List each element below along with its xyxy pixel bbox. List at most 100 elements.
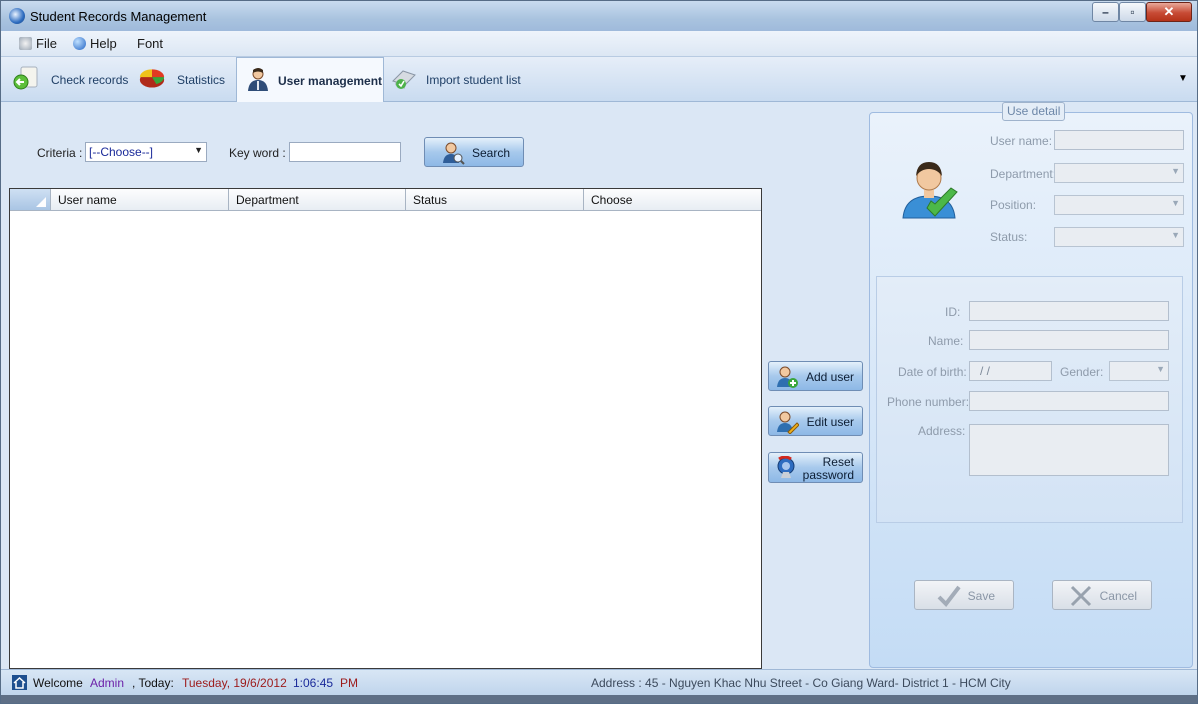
status-label: Status: (990, 230, 1028, 244)
maximize-button[interactable]: ▫ (1119, 2, 1146, 22)
status-user: Admin (90, 676, 125, 690)
column-header-status[interactable]: Status (406, 189, 584, 210)
gender-label: Gender: (1060, 365, 1104, 379)
date-of-birth-field[interactable]: / / (969, 361, 1052, 381)
save-button[interactable]: Save (914, 580, 1014, 610)
reset-password-icon (777, 456, 795, 478)
criteria-label: Criteria : (37, 146, 83, 160)
criteria-select-value: [--Choose--] (89, 145, 154, 159)
help-icon (73, 37, 86, 50)
add-user-button[interactable]: Add user (768, 361, 863, 391)
chevron-down-icon: ▼ (194, 145, 203, 155)
app-logo-icon (9, 8, 25, 24)
tab-user-management[interactable]: User management (236, 57, 384, 102)
column-header-label: Department (236, 193, 299, 207)
chevron-down-icon: ▼ (1171, 198, 1180, 208)
user-name-field[interactable] (1054, 130, 1184, 150)
status-bar: Welcome Admin , Today: Tuesday, 19/6/201… (1, 669, 1197, 695)
menu-help-label: Help (90, 36, 117, 51)
status-today-label: , Today: (132, 676, 174, 690)
taskbar-edge (1, 695, 1197, 703)
app-window: Student Records Management – ▫ ✕ File He… (0, 0, 1198, 704)
reset-label-line2: password (802, 468, 854, 482)
column-header-department[interactable]: Department (229, 189, 406, 210)
users-table[interactable]: User name Department Status Choose (9, 188, 762, 669)
tab-statistics[interactable]: Statistics (137, 57, 233, 101)
edit-user-button[interactable]: Edit user (768, 406, 863, 436)
cancel-x-icon (1070, 585, 1092, 607)
close-button[interactable]: ✕ (1146, 2, 1192, 22)
save-button-label: Save (967, 589, 995, 603)
table-header: User name Department Status Choose (10, 189, 761, 211)
menu-font[interactable]: Font (137, 36, 163, 51)
tab-user-management-label: User management (278, 74, 383, 88)
status-time: 1:06:45 (293, 676, 334, 690)
window-title: Student Records Management (30, 9, 207, 24)
cancel-button[interactable]: Cancel (1052, 580, 1152, 610)
reset-password-button[interactable]: Reset password (768, 452, 863, 483)
phone-number-label: Phone number: (887, 395, 970, 409)
menu-font-label: Font (137, 36, 164, 51)
tab-import-student-list[interactable]: Import student list (387, 57, 527, 101)
position-select[interactable]: ▼ (1054, 195, 1184, 215)
user-management-icon (248, 68, 268, 91)
search-button-label: Search (471, 146, 510, 160)
keyword-input[interactable] (289, 142, 401, 162)
search-user-icon (443, 142, 465, 165)
column-header-label: Status (413, 193, 448, 207)
add-user-icon (777, 366, 798, 388)
name-label: Name: (928, 334, 964, 348)
chevron-down-icon: ▼ (1156, 364, 1165, 374)
id-field[interactable] (969, 301, 1169, 321)
add-user-label: Add user (805, 370, 854, 384)
department-select[interactable]: ▼ (1054, 163, 1184, 183)
gender-select[interactable]: ▼ (1109, 361, 1169, 381)
tabs-dropdown-icon[interactable]: ▼ (1178, 73, 1188, 84)
address-field[interactable] (969, 424, 1169, 476)
column-header-user-name[interactable]: User name (51, 189, 229, 210)
user-avatar-icon (902, 162, 958, 219)
status-ampm: PM (340, 676, 358, 690)
phone-number-field[interactable] (969, 391, 1169, 411)
status-address: Address : 45 - Nguyen Khac Nhu Street - … (591, 676, 1011, 690)
position-label: Position: (990, 198, 1037, 212)
minimize-button[interactable]: – (1092, 2, 1119, 22)
name-field[interactable] (969, 330, 1169, 350)
chevron-down-icon: ▼ (1171, 230, 1180, 240)
cancel-button-label: Cancel (1099, 589, 1137, 603)
pie-chart-icon (139, 69, 165, 88)
address-label: Address: (918, 424, 966, 438)
menu-file[interactable]: File (19, 36, 57, 51)
tab-statistics-label: Statistics (177, 73, 226, 87)
menu-help[interactable]: Help (73, 36, 117, 51)
date-of-birth-value: / / (980, 364, 991, 378)
select-all-corner[interactable] (10, 189, 51, 210)
maximize-icon: ▫ (1130, 5, 1135, 19)
tab-check-records[interactable]: Check records (9, 57, 131, 101)
check-records-icon (13, 66, 38, 90)
column-header-label: Choose (591, 193, 633, 207)
minimize-icon: – (1102, 5, 1109, 19)
date-of-birth-label: Date of birth: (898, 365, 967, 379)
title-bar: Student Records Management – ▫ ✕ (1, 1, 1197, 31)
menu-bar: File Help Font (1, 31, 1197, 57)
id-label: ID: (945, 305, 961, 319)
tab-check-records-label: Check records (51, 73, 129, 87)
edit-user-icon (777, 411, 799, 434)
home-icon (12, 675, 27, 690)
search-button[interactable]: Search (424, 137, 524, 167)
status-date: Tuesday, 19/6/2012 (182, 676, 287, 690)
edit-user-label: Edit user (806, 415, 854, 429)
keyword-label: Key word : (229, 146, 286, 160)
status-select[interactable]: ▼ (1054, 227, 1184, 247)
user-detail-title: Use detail (1002, 102, 1066, 121)
file-icon (19, 37, 32, 50)
tab-import-student-list-label: Import student list (426, 73, 521, 87)
checkmark-icon (937, 585, 961, 608)
user-name-label: User name: (990, 134, 1053, 148)
status-welcome: Welcome (33, 676, 83, 690)
tab-strip: Check records Statistics User management (1, 57, 1197, 102)
column-header-choose[interactable]: Choose (584, 189, 761, 210)
chevron-down-icon: ▼ (1171, 166, 1180, 176)
criteria-select[interactable]: [--Choose--] ▼ (85, 142, 207, 162)
